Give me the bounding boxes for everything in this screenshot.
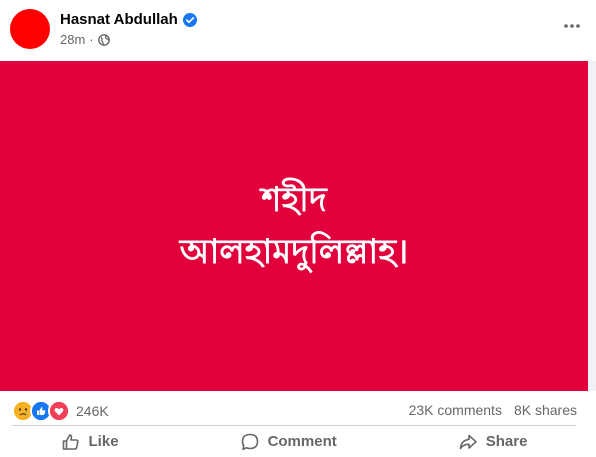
more-options-button[interactable] [560, 14, 584, 38]
author-name[interactable]: Hasnat Abdullah [60, 11, 178, 29]
facebook-post: Hasnat Abdullah 28m · শহীদ আলহামদুলিল্লা… [0, 0, 596, 457]
love-reaction-icon [48, 400, 70, 422]
share-arrow-icon [458, 432, 478, 452]
meta-separator: · [89, 32, 94, 47]
comments-count[interactable]: 23K comments [409, 402, 502, 418]
engagement-counts: 23K comments 8K shares [409, 402, 577, 418]
comment-bubble-icon [240, 432, 260, 452]
globe-icon [97, 34, 110, 46]
scroll-gutter [588, 61, 596, 391]
reaction-count[interactable]: 246K [76, 403, 109, 419]
like-button[interactable]: Like [49, 430, 131, 454]
post-meta: 28m · [60, 32, 110, 48]
author-line: Hasnat Abdullah [60, 11, 197, 29]
more-options-icon [564, 24, 580, 28]
share-label: Share [485, 433, 528, 450]
thumbs-up-icon [61, 432, 81, 452]
post-stats: 246K 23K comments 8K shares [0, 392, 588, 428]
comment-button[interactable]: Comment [228, 430, 349, 454]
verified-badge-icon [182, 13, 197, 27]
post-time[interactable]: 28m [60, 32, 85, 48]
shares-count[interactable]: 8K shares [514, 402, 577, 418]
share-button[interactable]: Share [446, 430, 540, 454]
post-content-text: শহীদ আলহামদুলিল্লাহ। [0, 61, 588, 391]
post-header: Hasnat Abdullah 28m · [0, 0, 596, 61]
content-line-2: আলহামদুলিল্লাহ। [179, 232, 409, 272]
post-actions: Like Comment Share [0, 426, 588, 457]
avatar[interactable] [10, 9, 50, 49]
content-line-1: শহীদ [261, 180, 327, 220]
reactions-summary[interactable]: 246K [12, 400, 109, 422]
comment-label: Comment [267, 433, 337, 450]
like-label: Like [88, 433, 119, 450]
post-content-image[interactable]: শহীদ আলহামদুলিল্লাহ। [0, 61, 588, 391]
